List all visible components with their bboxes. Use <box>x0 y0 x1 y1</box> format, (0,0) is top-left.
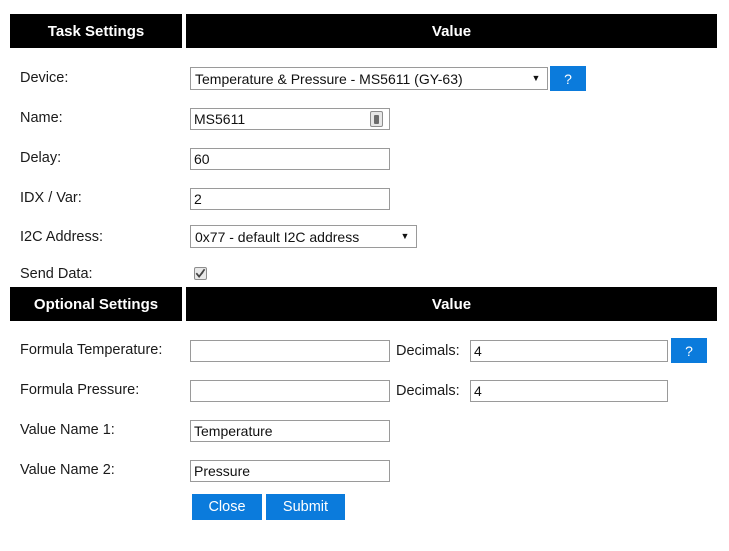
i2c-address-label: I2C Address: <box>20 229 104 245</box>
delay-input[interactable] <box>190 148 390 170</box>
row-device: Device: Temperature & Pressure - MS5611 … <box>0 58 729 98</box>
row-delay: Delay: <box>0 138 729 178</box>
formula-pressure-label: Formula Pressure: <box>20 382 140 398</box>
idx-var-input[interactable] <box>190 188 390 210</box>
idx-var-label: IDX / Var: <box>20 190 82 206</box>
row-formula-temperature: Formula Temperature: Decimals: ? <box>0 330 729 370</box>
row-value-name-2: Value Name 2: <box>0 450 729 490</box>
formula-pressure-input[interactable] <box>190 380 390 402</box>
device-label: Device: <box>20 70 69 86</box>
chevron-down-icon: ▼ <box>531 73 541 83</box>
row-value-name-1: Value Name 1: <box>0 410 729 450</box>
name-input[interactable] <box>190 108 390 130</box>
device-select[interactable]: Temperature & Pressure - MS5611 (GY-63) … <box>190 67 548 90</box>
device-task-settings-page: Task Settings Value Device: Temperature … <box>0 0 729 551</box>
close-button[interactable]: Close <box>192 494 262 520</box>
value-name-2-input[interactable] <box>190 460 390 482</box>
decimals-pressure-label: Decimals: <box>396 383 460 399</box>
formula-temperature-label: Formula Temperature: <box>20 342 163 358</box>
device-help-button[interactable]: ? <box>550 66 586 91</box>
optional-settings-value-header-label: Value <box>186 287 717 321</box>
formula-help-button[interactable]: ? <box>671 338 707 363</box>
i2c-address-select[interactable]: 0x77 - default I2C address ▼ <box>190 225 417 248</box>
send-data-checkbox[interactable] <box>194 267 207 280</box>
row-name: Name: <box>0 98 729 138</box>
chevron-down-icon: ▼ <box>400 231 410 241</box>
formula-temperature-input[interactable] <box>190 340 390 362</box>
submit-button[interactable]: Submit <box>266 494 345 520</box>
optional-settings-header-label: Optional Settings <box>10 287 182 321</box>
send-data-label: Send Data: <box>20 266 93 282</box>
decimals-temperature-label: Decimals: <box>396 343 460 359</box>
check-icon <box>195 268 206 278</box>
row-formula-pressure: Formula Pressure: Decimals: <box>0 370 729 410</box>
delay-label: Delay: <box>20 150 62 166</box>
decimals-pressure-input[interactable] <box>470 380 668 402</box>
optional-settings-header: Optional Settings Value <box>10 287 717 321</box>
decimals-temperature-input[interactable] <box>470 340 668 362</box>
value-name-2-label: Value Name 2: <box>20 462 115 478</box>
row-i2c-address: I2C Address: 0x77 - default I2C address … <box>0 216 729 256</box>
form-autofill-icon[interactable] <box>370 111 383 127</box>
task-settings-value-header-label: Value <box>186 14 717 48</box>
value-name-1-label: Value Name 1: <box>20 422 115 438</box>
i2c-address-select-value: 0x77 - default I2C address <box>195 228 360 245</box>
task-settings-header: Task Settings Value <box>10 14 717 48</box>
device-select-value: Temperature & Pressure - MS5611 (GY-63) <box>195 70 463 87</box>
name-label: Name: <box>20 110 63 126</box>
task-settings-header-label: Task Settings <box>10 14 182 48</box>
row-idx-var: IDX / Var: <box>0 178 729 218</box>
value-name-1-input[interactable] <box>190 420 390 442</box>
